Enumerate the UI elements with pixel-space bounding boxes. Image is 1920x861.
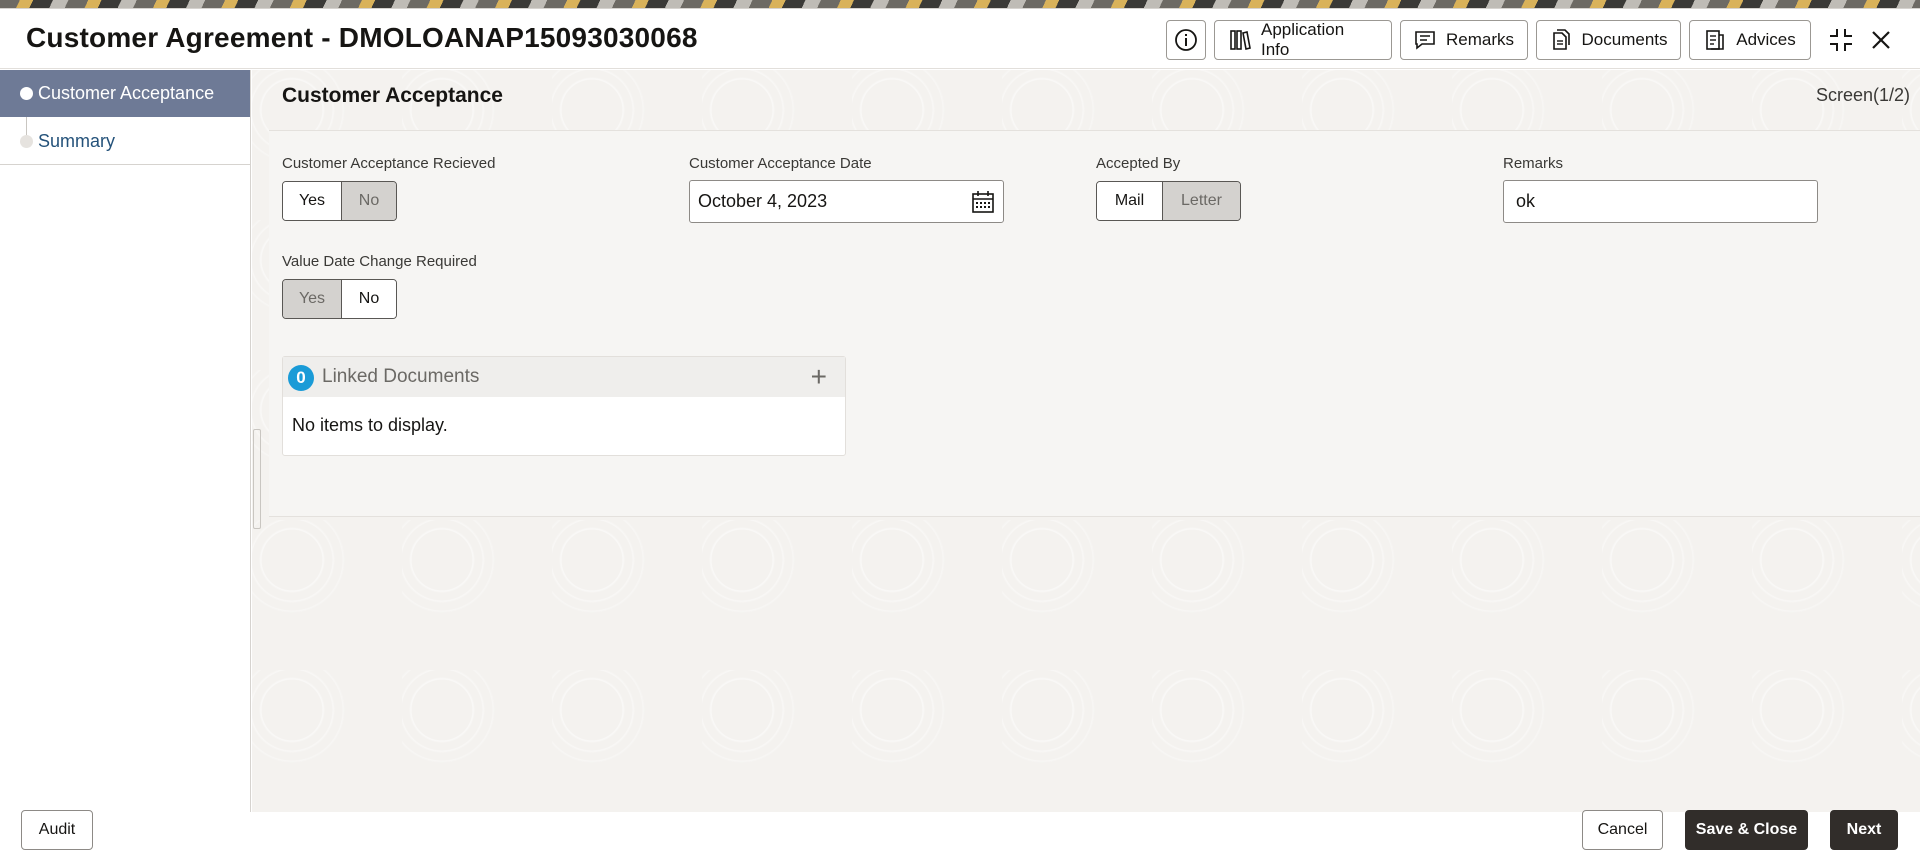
audit-button[interactable]: Audit [21,810,93,850]
collapse-icon [1830,29,1852,51]
value-date-change-label: Value Date Change Required [282,253,477,270]
books-icon [1230,30,1251,50]
value-date-change-no[interactable]: No [342,280,396,318]
screen-indicator: Screen(1/2) [1815,85,1910,105]
accepted-by-letter[interactable]: Letter [1163,182,1240,220]
section-title: Customer Acceptance [282,84,503,107]
resize-handle[interactable] [253,429,261,529]
documents-label: Documents [1581,30,1668,49]
cancel-button[interactable]: Cancel [1582,810,1663,850]
dialog-window: Customer Agreement - DMOLOANAP1509303006… [0,8,1920,861]
documents-button[interactable]: Documents [1536,20,1681,60]
step-dot-icon [20,87,33,100]
calendar-icon[interactable] [971,190,995,214]
info-button[interactable] [1166,20,1206,60]
acceptance-received-toggle: Yes No [282,181,397,221]
step-dot-icon [20,134,33,148]
acceptance-date-label: Customer Acceptance Date [689,155,872,172]
remarks-input[interactable] [1516,191,1817,212]
value-date-change-yes[interactable]: Yes [283,280,342,318]
next-button[interactable]: Next [1830,810,1898,850]
dialog-title: Customer Agreement - DMOLOANAP1509303006… [26,22,698,53]
main-content: Customer Acceptance Screen(1/2) Customer… [252,70,1920,812]
documents-icon [1552,29,1570,50]
dialog-header: Customer Agreement - DMOLOANAP1509303006… [0,9,1920,69]
sidebar-item-summary[interactable]: Summary [0,118,250,165]
form-panel: Customer Acceptance Recieved Yes No Cust… [269,130,1920,517]
sidebar-item-label: Summary [38,130,116,151]
acceptance-received-no[interactable]: No [342,182,396,220]
advices-label: Advices [1736,30,1796,49]
remarks-label: Remarks [1446,30,1515,49]
remarks-button[interactable]: Remarks [1400,20,1528,60]
empty-message: No items to display. [292,415,448,435]
info-icon [1175,29,1197,51]
comment-icon [1415,31,1435,50]
sidebar: Customer Acceptance Summary [0,70,251,812]
acceptance-received-yes[interactable]: Yes [283,182,342,220]
sidebar-item-label: Customer Acceptance [38,83,215,103]
acceptance-date-input[interactable] [698,191,1003,212]
value-date-change-toggle: Yes No [282,279,397,319]
advices-icon [1706,30,1725,50]
accepted-by-mail[interactable]: Mail [1097,182,1163,220]
document-count-badge: 0 [288,365,314,391]
acceptance-date-field[interactable] [689,180,1004,223]
application-info-button[interactable]: Application Info [1214,20,1392,60]
linked-documents-title: Linked Documents [322,366,480,387]
accepted-by-label: Accepted By [1096,155,1181,172]
add-document-icon[interactable]: + [811,363,827,391]
linked-documents-header: 0 Linked Documents + [283,357,845,397]
close-button[interactable] [1869,28,1893,57]
collapse-button[interactable] [1828,27,1854,58]
accepted-by-toggle: Mail Letter [1096,181,1241,221]
remarks-field[interactable] [1503,180,1818,223]
remarks-label: Remarks [1503,155,1564,172]
save-close-button[interactable]: Save & Close [1685,810,1808,850]
sidebar-item-customer-acceptance[interactable]: Customer Acceptance [0,70,250,117]
linked-documents-panel: 0 Linked Documents + No items to display… [282,356,846,456]
acceptance-received-label: Customer Acceptance Recieved [282,155,496,172]
advices-button[interactable]: Advices [1689,20,1811,60]
application-info-label: Application Info [1261,20,1345,59]
close-icon [1872,31,1890,49]
